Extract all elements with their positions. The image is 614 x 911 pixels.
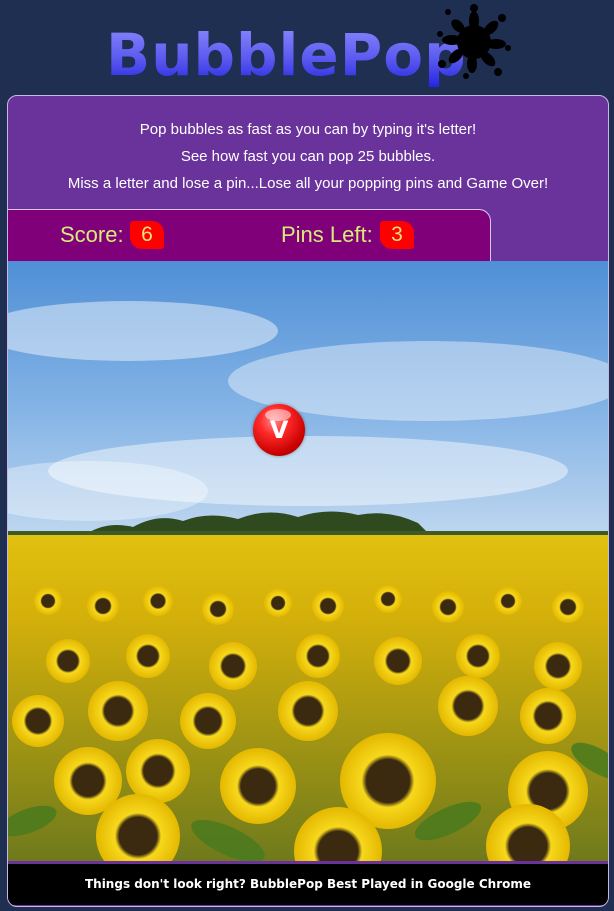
pins-left-value: 3 <box>380 221 414 249</box>
play-field[interactable]: V <box>8 261 608 861</box>
sunflower-field-background <box>8 301 608 861</box>
instruction-line: See how fast you can pop 25 bubbles. <box>180 148 436 165</box>
page: BubblePop Pop bubbles as fast as you can… <box>0 0 614 911</box>
letter-bubble[interactable]: V <box>253 404 305 456</box>
instruction-line: Miss a letter and lose a pin...Lose all … <box>67 175 549 192</box>
score-label: Score: <box>60 222 124 247</box>
score-value: 6 <box>130 221 164 249</box>
bubble-letter: V <box>269 416 289 444</box>
instructions: Pop bubbles as fast as you can by typing… <box>8 116 608 197</box>
scoreboard: Score: 6 Pins Left: 3 <box>8 209 491 261</box>
ink-splat-icon <box>437 4 511 79</box>
pins-left-label: Pins Left: <box>281 222 373 247</box>
instruction-line: Pop bubbles as fast as you can by typing… <box>139 121 477 138</box>
game-card: Pop bubbles as fast as you can by typing… <box>7 95 609 907</box>
logo-title: BubblePop <box>106 21 467 89</box>
browser-notice: Things don't look right? BubblePop Best … <box>8 864 608 905</box>
